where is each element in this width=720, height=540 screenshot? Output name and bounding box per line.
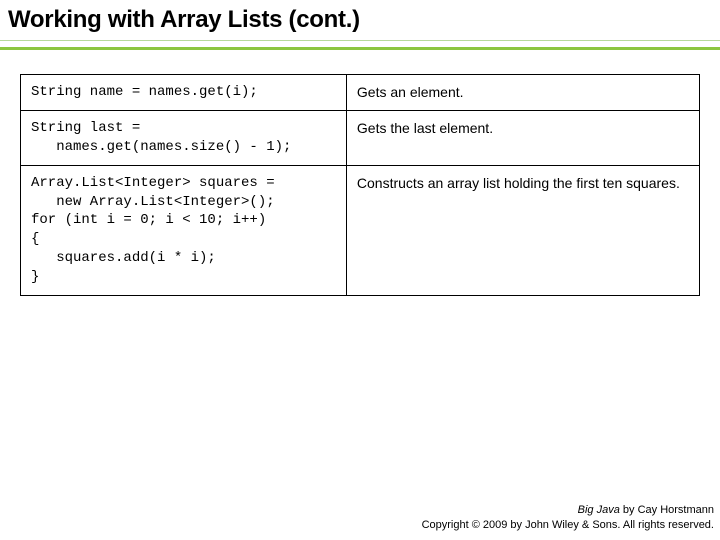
footer-line-2: Copyright © 2009 by John Wiley & Sons. A… — [422, 518, 714, 532]
table-row: String name = names.get(i); Gets an elem… — [21, 75, 700, 111]
content-area: String name = names.get(i); Gets an elem… — [0, 50, 720, 296]
desc-cell: Gets an element. — [346, 75, 699, 111]
title-wrap: Working with Array Lists (cont.) — [0, 0, 720, 34]
code-cell: Array.List<Integer> squares = new Array.… — [21, 165, 347, 295]
footer: Big Java by Cay Horstmann Copyright © 20… — [422, 503, 714, 532]
footer-line-1: Big Java by Cay Horstmann — [422, 503, 714, 517]
slide: Working with Array Lists (cont.) String … — [0, 0, 720, 540]
book-author: by Cay Horstmann — [620, 504, 714, 516]
table-row: String last = names.get(names.size() - 1… — [21, 110, 700, 165]
table-row: Array.List<Integer> squares = new Array.… — [21, 165, 700, 295]
desc-cell: Constructs an array list holding the fir… — [346, 165, 699, 295]
code-cell: String name = names.get(i); — [21, 75, 347, 111]
title-underline — [0, 40, 720, 50]
code-cell: String last = names.get(names.size() - 1… — [21, 110, 347, 165]
slide-title: Working with Array Lists (cont.) — [8, 6, 712, 34]
book-title: Big Java — [578, 504, 620, 516]
desc-cell: Gets the last element. — [346, 110, 699, 165]
api-table: String name = names.get(i); Gets an elem… — [20, 74, 700, 296]
